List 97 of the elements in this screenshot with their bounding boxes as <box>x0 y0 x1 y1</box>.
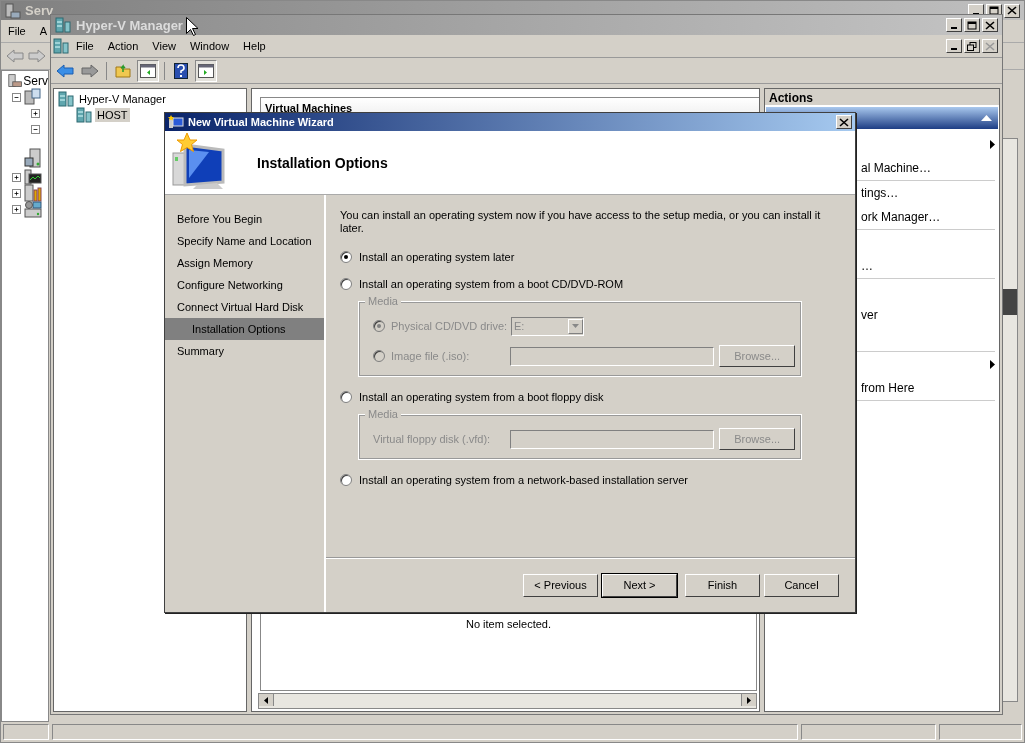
action-link[interactable]: al Machine… <box>861 161 932 175</box>
folder-icon <box>115 63 131 78</box>
menu-item[interactable]: View <box>145 38 183 54</box>
roles-icon <box>24 88 42 106</box>
collapse-icon[interactable] <box>31 124 40 134</box>
collapse-icon[interactable] <box>12 92 21 102</box>
menu-item[interactable]: File <box>69 38 101 54</box>
action-link[interactable]: … <box>861 259 873 273</box>
maximize-icon <box>989 6 999 15</box>
performance-monitor-icon <box>24 169 42 185</box>
menu-item[interactable]: A <box>32 23 55 39</box>
window-title: Serv <box>25 3 54 18</box>
maximize-button[interactable] <box>964 18 980 32</box>
minimize-button[interactable] <box>946 18 962 32</box>
expand-icon[interactable] <box>12 188 21 198</box>
dropdown-arrow-icon <box>572 324 579 328</box>
action-link[interactable]: ver <box>861 308 878 322</box>
hyperv-manager-icon <box>55 17 71 33</box>
action-link[interactable]: from Here <box>861 381 915 395</box>
wizard-step[interactable]: Specify Name and Location <box>165 230 324 252</box>
menu-item[interactable]: File <box>1 23 33 39</box>
close-icon <box>839 117 849 127</box>
collapse-icon <box>981 115 992 121</box>
radio-label: Physical CD/DVD drive: <box>391 320 508 332</box>
storage-icon <box>24 200 42 218</box>
help-icon <box>174 62 188 79</box>
expand-icon[interactable] <box>12 172 21 182</box>
radio-button[interactable] <box>340 250 352 263</box>
restore-icon <box>967 41 977 51</box>
wizard-step[interactable]: Before You Begin <box>165 208 324 230</box>
close-button[interactable] <box>836 115 852 129</box>
window-title: Hyper-V Manager <box>76 17 183 33</box>
forward-icon <box>81 63 99 78</box>
field-label: Virtual floppy disk (.vfd): <box>373 433 491 445</box>
group-label: Media <box>365 295 401 307</box>
submenu-arrow-icon[interactable] <box>990 139 995 149</box>
close-icon <box>985 20 995 30</box>
close-button[interactable] <box>982 18 998 32</box>
configuration-tools-icon <box>24 184 42 202</box>
back-icon <box>56 63 74 78</box>
radio-button[interactable] <box>340 390 352 403</box>
menu-item[interactable]: Help <box>236 38 273 54</box>
details-text: No item selected. <box>466 618 551 632</box>
wizard-step[interactable]: Configure Networking <box>165 274 324 296</box>
show-hide-tree-button[interactable] <box>137 59 159 82</box>
hyperv-manager-icon <box>58 91 74 107</box>
pane-icon <box>198 63 214 78</box>
wizard-icon <box>168 115 184 129</box>
expand-icon[interactable] <box>12 204 21 214</box>
wizard-button[interactable]: < Previous <box>523 573 598 597</box>
maximize-icon <box>967 20 977 30</box>
submenu-arrow-icon[interactable] <box>990 359 995 369</box>
minimize-icon <box>951 27 957 29</box>
radio-label: Image file (.iso): <box>391 350 470 362</box>
pane-icon <box>140 63 156 78</box>
server-manager-icon <box>5 2 21 19</box>
wizard-step[interactable]: Installation Options <box>165 318 324 340</box>
server-diagnostics-icon <box>24 148 42 168</box>
show-hide-actions-button[interactable] <box>195 59 217 82</box>
close-icon <box>985 41 995 51</box>
minimize-button[interactable] <box>946 39 962 53</box>
wizard-button[interactable]: Cancel <box>764 573 839 597</box>
server-icon <box>8 72 23 90</box>
menu-item[interactable]: Action <box>100 38 146 54</box>
wizard-step[interactable]: Summary <box>165 340 324 362</box>
action-link[interactable]: tings… <box>861 186 899 200</box>
menu-item[interactable]: Window <box>182 38 237 54</box>
restore-button[interactable] <box>964 39 980 53</box>
mouse-cursor-icon <box>186 17 198 36</box>
status-bar-pane <box>3 724 49 740</box>
wizard-button[interactable]: Next > <box>602 573 677 597</box>
hyperv-manager-icon <box>53 38 69 54</box>
action-link[interactable]: ork Manager… <box>861 210 941 224</box>
panel-header: Actions <box>765 89 999 107</box>
scroll-right-icon <box>747 696 751 704</box>
scrollbar[interactable] <box>258 693 757 709</box>
tree-item[interactable]: Hyper-V Manager <box>77 92 168 106</box>
tree-item[interactable]: HOST <box>95 108 130 122</box>
minimize-icon <box>951 48 957 50</box>
scroll-left-icon <box>264 696 268 704</box>
wizard-button[interactable]: Finish <box>685 573 760 597</box>
wizard-step[interactable]: Connect Virtual Hard Disk <box>165 296 324 318</box>
radio-label: Install an operating system later <box>359 250 515 263</box>
host-icon <box>76 107 92 123</box>
tree-item[interactable]: Serv <box>22 74 48 88</box>
radio-label: Install an operating system from a network-based installation server <box>359 473 688 486</box>
intro-text: You can install an operating system now if you have access to the setup media, or you can install it later. <box>340 209 822 235</box>
close-button[interactable] <box>982 39 998 53</box>
expand-icon[interactable] <box>31 108 40 118</box>
radio-label: Install an operating system from a boot CD/DVD-ROM <box>359 277 624 290</box>
radio-label: Install an operating system from a boot floppy disk <box>359 390 604 403</box>
dialog-title: New Virtual Machine Wizard <box>188 116 334 128</box>
close-button[interactable] <box>1004 3 1020 18</box>
close-icon <box>1007 6 1017 15</box>
wizard-step[interactable]: Assign Memory <box>165 252 324 274</box>
page-heading: Installation Options <box>257 154 388 171</box>
group-label: Media <box>365 408 401 420</box>
